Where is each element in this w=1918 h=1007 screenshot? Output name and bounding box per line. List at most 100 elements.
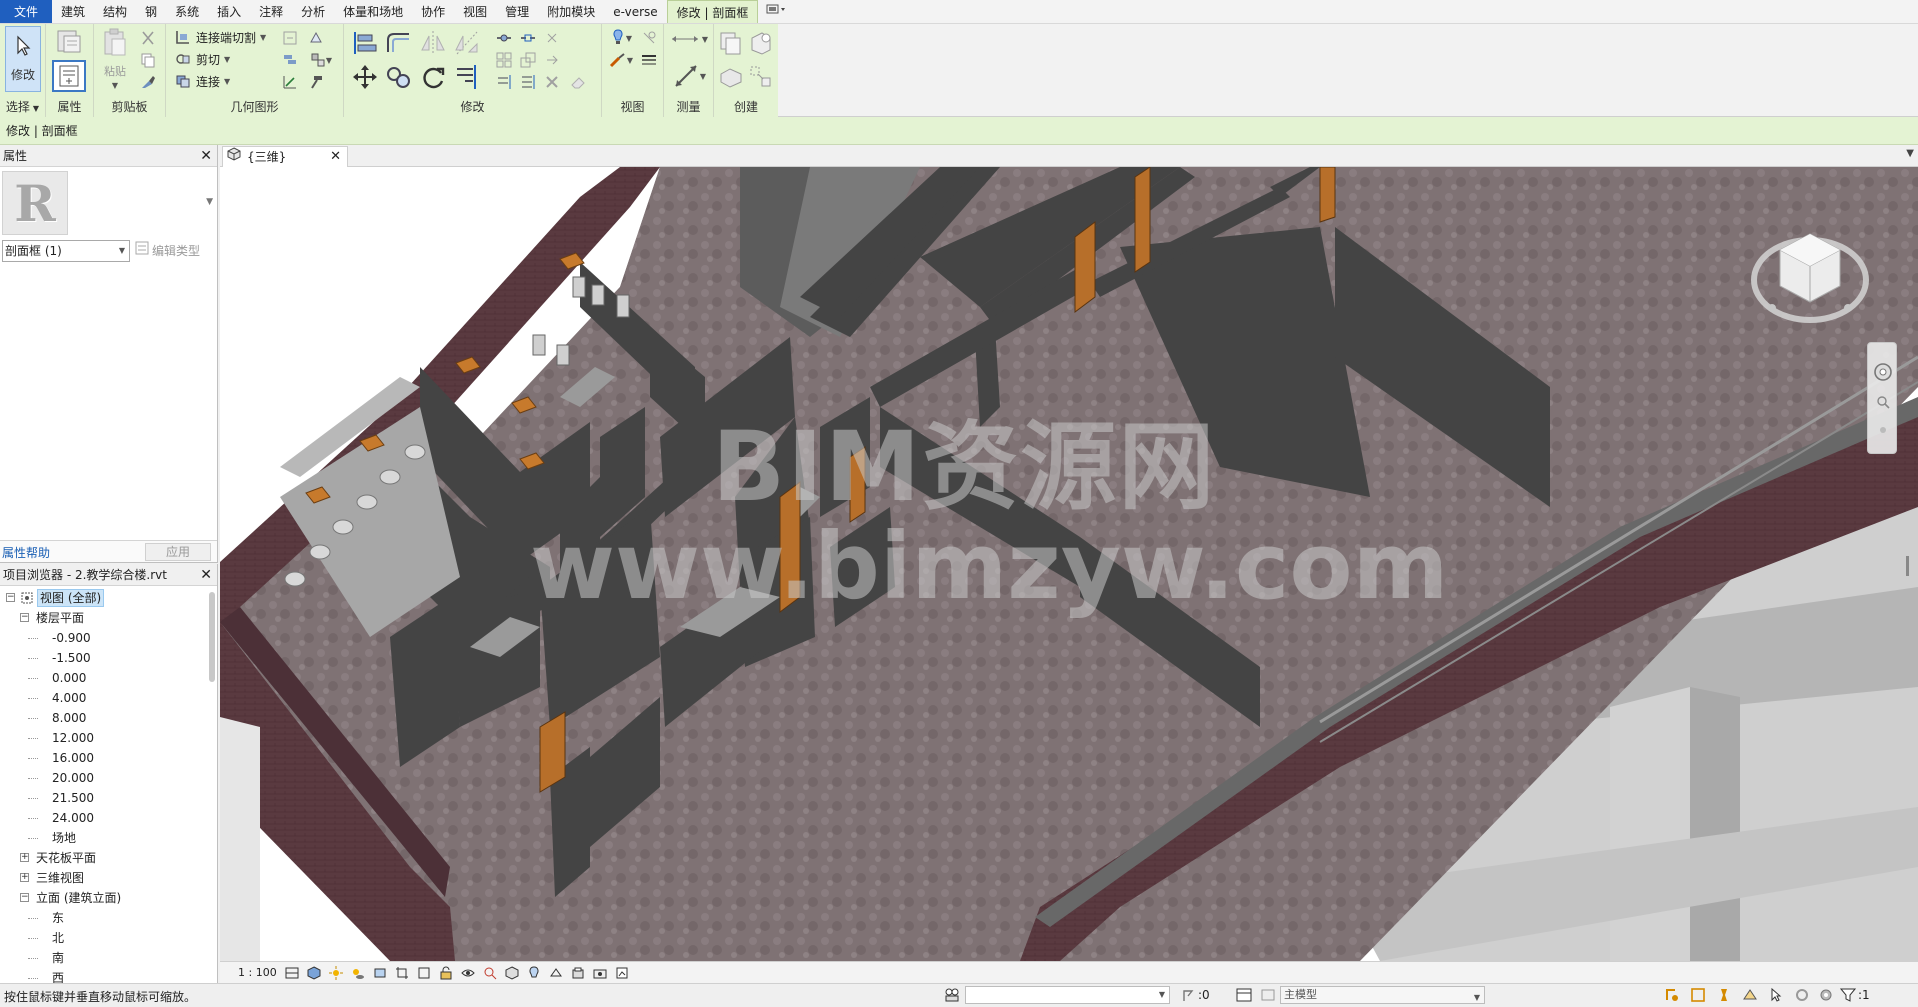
tree-scrollbar[interactable] xyxy=(209,592,215,682)
tree-node[interactable]: 南 xyxy=(0,948,217,968)
type-selector-arrow-icon[interactable]: ▼ xyxy=(206,197,213,207)
close-icon[interactable]: ✕ xyxy=(200,145,212,167)
tree-node[interactable]: + 三维视图 xyxy=(0,868,217,888)
collapse-icon[interactable]: − xyxy=(20,613,29,622)
trim-extend-icon[interactable] xyxy=(452,62,482,92)
expand-icon[interactable]: + xyxy=(20,853,29,862)
tree-node[interactable]: 21.500 xyxy=(0,788,217,808)
cope-button[interactable]: 连接端切割 ▼ xyxy=(174,27,266,47)
mirror-pick-axis-icon[interactable] xyxy=(418,28,448,58)
zoom-icon[interactable] xyxy=(1874,393,1892,411)
design-option-set-icon[interactable] xyxy=(1260,987,1276,1003)
create-assembly-icon[interactable] xyxy=(716,28,746,58)
eraser-icon[interactable] xyxy=(568,72,588,92)
detail-level-icon[interactable] xyxy=(285,966,299,980)
properties-icon[interactable] xyxy=(52,60,86,92)
tab-massing-site[interactable]: 体量和场地 xyxy=(334,0,412,23)
design-option-dropdown[interactable]: 主模型 ▼ xyxy=(1280,986,1485,1004)
modify-button[interactable]: 修改 xyxy=(5,26,41,92)
rotate-icon[interactable] xyxy=(418,62,448,92)
trim-multi-icon[interactable] xyxy=(518,72,538,92)
copy-element-icon[interactable] xyxy=(384,62,414,92)
tree-node[interactable]: 北 xyxy=(0,928,217,948)
tab-e-verse[interactable]: e-verse xyxy=(604,0,666,23)
reveal-constraints-icon[interactable] xyxy=(571,966,585,980)
temporary-hide-icon[interactable] xyxy=(460,966,475,980)
tab-annotate[interactable]: 注释 xyxy=(250,0,292,23)
tab-structure[interactable]: 结构 xyxy=(94,0,136,23)
tree-node[interactable]: 东 xyxy=(0,908,217,928)
offset-icon[interactable] xyxy=(384,28,414,58)
analysis-display-icon[interactable] xyxy=(615,966,629,980)
viewport-scroll-indicator[interactable] xyxy=(1906,556,1909,576)
worksharing-display-icon[interactable] xyxy=(527,965,541,980)
demolish-icon[interactable]: ▼ xyxy=(306,50,336,70)
show-crop-icon[interactable] xyxy=(417,966,431,980)
scale-icon[interactable] xyxy=(518,50,538,70)
measure-icon[interactable]: ▼ xyxy=(668,60,710,92)
gear-icon[interactable] xyxy=(1818,987,1834,1003)
select-pinned-icon[interactable] xyxy=(1716,987,1732,1003)
collapse-icon[interactable]: − xyxy=(20,893,29,902)
pin-icon[interactable] xyxy=(542,50,562,70)
tab-steel[interactable]: 钢 xyxy=(136,0,166,23)
split-element-icon[interactable] xyxy=(280,72,300,92)
tree-node[interactable]: + 天花板平面 xyxy=(0,848,217,868)
copy-icon[interactable] xyxy=(138,50,158,70)
paste-button[interactable]: 粘贴 ▼ xyxy=(99,26,131,92)
tab-systems[interactable]: 系统 xyxy=(166,0,208,23)
tree-node[interactable]: 8.000 xyxy=(0,708,217,728)
rendering-icon[interactable] xyxy=(373,966,387,980)
tree-node[interactable]: -0.900 xyxy=(0,628,217,648)
join-button[interactable]: 连接 ▼ xyxy=(174,71,230,91)
active-workset-dropdown[interactable]: ▼ xyxy=(965,986,1170,1004)
tab-modify-section-box[interactable]: 修改 | 剖面框 xyxy=(666,0,759,23)
tab-collaborate[interactable]: 协作 xyxy=(412,0,454,23)
hide-in-view-icon[interactable]: ▼ xyxy=(606,28,636,48)
tree-node[interactable]: 4.000 xyxy=(0,688,217,708)
select-links-icon[interactable] xyxy=(1664,987,1680,1003)
background-processes-icon[interactable] xyxy=(1794,987,1810,1003)
tree-node[interactable]: − 楼层平面 xyxy=(0,608,217,628)
thin-lines-icon[interactable] xyxy=(638,50,660,70)
create-group-icon[interactable] xyxy=(716,62,746,92)
measure-between-icon[interactable]: ▼ xyxy=(668,28,710,50)
match-type-icon[interactable] xyxy=(138,72,158,92)
steering-wheel-icon[interactable] xyxy=(1872,361,1894,383)
tab-architecture[interactable]: 建筑 xyxy=(52,0,94,23)
design-options-icon[interactable] xyxy=(1236,987,1252,1003)
tree-node[interactable]: 24.000 xyxy=(0,808,217,828)
reveal-hidden-icon[interactable] xyxy=(483,966,497,980)
camera-icon[interactable] xyxy=(593,966,607,980)
paint-icon[interactable] xyxy=(280,50,300,70)
tree-node[interactable]: 场地 xyxy=(0,828,217,848)
tab-analyze[interactable]: 分析 xyxy=(292,0,334,23)
tab-addins[interactable]: 附加模块 xyxy=(538,0,604,23)
temporary-properties-icon[interactable] xyxy=(505,965,519,980)
drag-on-selection-icon[interactable] xyxy=(1768,987,1784,1003)
view-scale[interactable]: 1 : 100 xyxy=(238,966,277,979)
tree-node[interactable]: 12.000 xyxy=(0,728,217,748)
split-face-icon[interactable] xyxy=(306,28,326,48)
crop-view-icon[interactable] xyxy=(395,966,409,980)
wall-joins-icon[interactable] xyxy=(280,28,300,48)
create-similar-icon[interactable] xyxy=(746,62,776,92)
override-graphics-icon[interactable] xyxy=(638,28,660,48)
editable-only-icon[interactable] xyxy=(1180,987,1196,1003)
unlocked-view-icon[interactable] xyxy=(439,966,453,980)
close-icon[interactable]: ✕ xyxy=(200,564,212,586)
edit-type-button[interactable]: 编辑类型 xyxy=(135,240,200,262)
tab-list-dropdown-icon[interactable]: ▼ xyxy=(1906,148,1914,159)
cut-icon[interactable] xyxy=(138,28,158,48)
tab-file[interactable]: 文件 xyxy=(0,0,53,23)
trim-single-icon[interactable] xyxy=(494,72,514,92)
tab-insert[interactable]: 插入 xyxy=(208,0,250,23)
cut-geometry-button[interactable]: 剪切 ▼ xyxy=(174,49,230,69)
tree-node[interactable]: − 立面 (建筑立面) xyxy=(0,888,217,908)
view-tab-3d[interactable]: {三维} ✕ xyxy=(222,146,348,167)
mirror-icon[interactable] xyxy=(452,28,482,58)
apply-button[interactable]: 应用 xyxy=(145,543,211,561)
tab-manage[interactable]: 管理 xyxy=(496,0,538,23)
split-gap-icon[interactable] xyxy=(518,28,538,48)
shadows-icon[interactable] xyxy=(351,966,365,980)
